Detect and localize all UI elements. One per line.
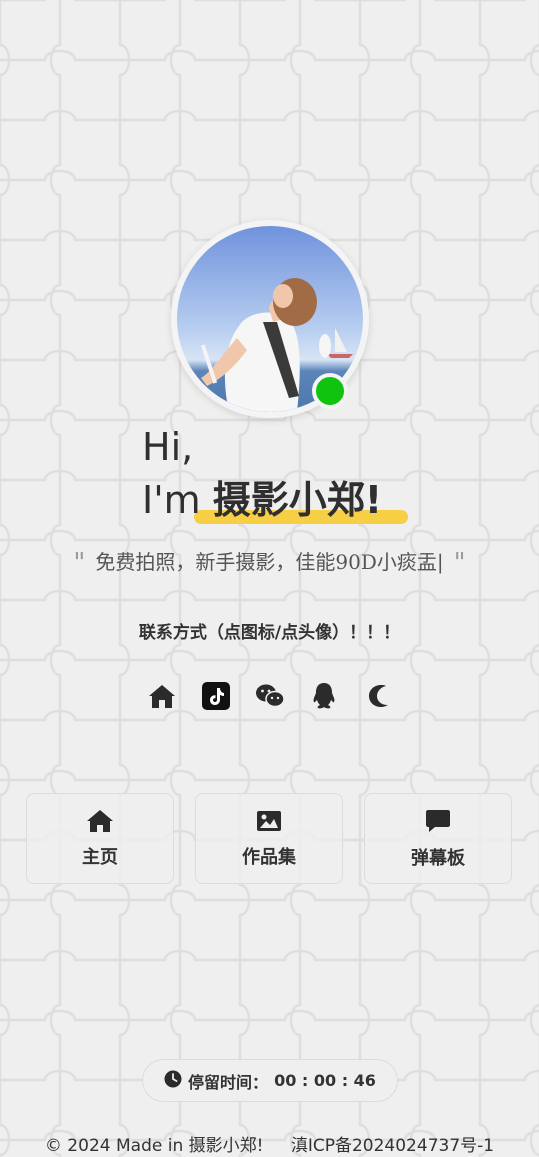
social-links (0, 680, 539, 714)
icp-link[interactable]: 滇ICP备2024024737号-1 (291, 1136, 494, 1156)
comment-icon (425, 808, 451, 838)
close-quote: " (453, 548, 466, 578)
online-status-dot (312, 373, 348, 409)
moon-icon[interactable] (362, 680, 394, 712)
qq-icon[interactable] (308, 680, 340, 712)
open-quote: " (73, 548, 86, 578)
clock-icon (164, 1070, 182, 1092)
tagline: " 免费拍照，新手摄影，佳能90D小痰盂| " (0, 546, 539, 578)
home-icon[interactable] (146, 680, 178, 712)
nav-home-label: 主页 (82, 846, 118, 868)
nav-portfolio-button[interactable]: 作品集 (195, 793, 343, 884)
stay-timer: 停留时间： 00 : 00 : 46 (142, 1059, 398, 1102)
nav-danmaku-label: 弹幕板 (411, 847, 465, 869)
nav-portfolio-label: 作品集 (242, 846, 296, 868)
nav-home-button[interactable]: 主页 (26, 793, 174, 884)
greeting-prefix: I'm (142, 478, 201, 522)
home-icon (86, 809, 114, 837)
avatar[interactable] (171, 220, 369, 418)
image-icon (256, 809, 282, 837)
greeting-line: Hi, (142, 425, 194, 469)
timer-value: 00 : 00 : 46 (274, 1071, 376, 1090)
contact-title: 联系方式（点图标/点头像）！！！ (138, 623, 401, 643)
tiktok-icon[interactable] (200, 680, 232, 712)
puzzle-background (0, 0, 539, 1157)
greeting-name-line: I'm 摄影小郑! (142, 477, 382, 523)
copyright-text: © 2024 Made in 摄影小郑! (44, 1136, 264, 1156)
profile-name: 摄影小郑! (212, 478, 383, 522)
timer-label: 停留时间： (188, 1072, 269, 1092)
tagline-text: 免费拍照，新手摄影，佳能90D小痰盂| (95, 550, 444, 574)
nav-danmaku-button[interactable]: 弹幕板 (364, 793, 512, 884)
wechat-icon[interactable] (254, 680, 286, 712)
footer: © 2024 Made in 摄影小郑! 滇ICP备2024024737号-1 (0, 1131, 539, 1156)
